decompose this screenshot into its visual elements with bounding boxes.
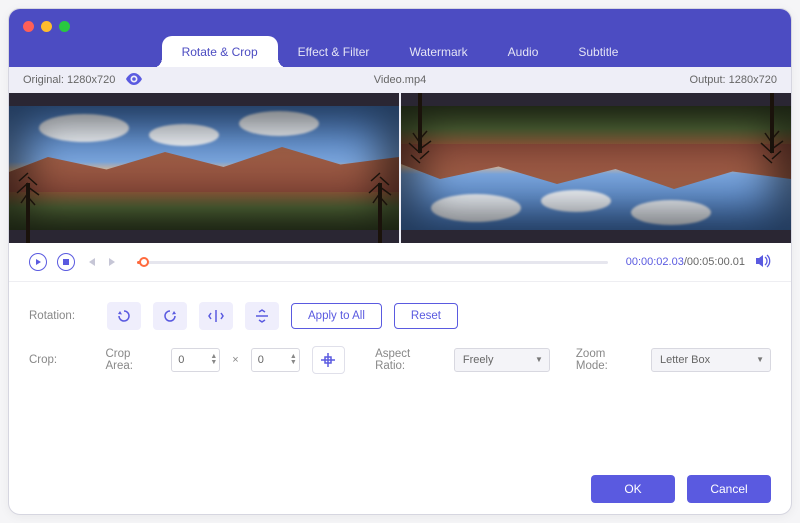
- info-bar: Original: 1280x720 Video.mp4 Output: 128…: [9, 67, 791, 93]
- original-resolution-label: Original: 1280x720: [23, 74, 115, 86]
- close-window-button[interactable]: [23, 21, 34, 32]
- rotate-right-button[interactable]: [153, 302, 187, 330]
- minimize-window-button[interactable]: [41, 21, 52, 32]
- crop-height-spinner[interactable]: ▲▼: [251, 348, 300, 372]
- preview-area: [9, 93, 791, 243]
- next-frame-button[interactable]: [107, 256, 119, 268]
- tab-bar: Rotate & Crop Effect & Filter Watermark …: [9, 35, 791, 67]
- divider: [9, 281, 791, 282]
- tab-rotate-crop[interactable]: Rotate & Crop: [162, 36, 278, 68]
- cancel-button[interactable]: Cancel: [687, 475, 771, 503]
- stop-button[interactable]: [57, 253, 75, 271]
- crop-row: Crop: Crop Area: ▲▼ × ▲▼ Aspect Ratio: F…: [29, 346, 771, 374]
- tab-watermark[interactable]: Watermark: [389, 36, 487, 68]
- crop-center-button[interactable]: [312, 346, 345, 374]
- rotation-row: Rotation: Apply to All Reset: [29, 302, 771, 330]
- aspect-ratio-select[interactable]: Freely: [454, 348, 550, 372]
- titlebar: Rotate & Crop Effect & Filter Watermark …: [9, 9, 791, 67]
- time-display: 00:00:02.03/00:05:00.01: [626, 256, 745, 268]
- crop-width-input[interactable]: [178, 354, 198, 366]
- crop-label: Crop:: [29, 354, 93, 366]
- crop-width-spinner[interactable]: ▲▼: [171, 348, 220, 372]
- current-time: 00:00:02.03: [626, 256, 684, 268]
- window-controls: [23, 21, 70, 32]
- controls-panel: Rotation: Apply to All Reset Crop: Crop …: [9, 294, 791, 390]
- tab-audio[interactable]: Audio: [488, 36, 559, 68]
- apply-to-all-button[interactable]: Apply to All: [291, 303, 382, 329]
- crop-area-label: Crop Area:: [105, 348, 159, 372]
- tab-effect-filter[interactable]: Effect & Filter: [278, 36, 390, 68]
- seek-slider[interactable]: [137, 261, 608, 264]
- app-window: Rotate & Crop Effect & Filter Watermark …: [8, 8, 792, 515]
- prev-frame-button[interactable]: [85, 256, 97, 268]
- rotate-left-button[interactable]: [107, 302, 141, 330]
- aspect-ratio-label: Aspect Ratio:: [375, 348, 442, 372]
- maximize-window-button[interactable]: [59, 21, 70, 32]
- zoom-mode-select[interactable]: Letter Box: [651, 348, 771, 372]
- total-time: /00:05:00.01: [684, 256, 745, 268]
- crop-width-down[interactable]: ▼: [210, 360, 217, 366]
- output-preview: [399, 93, 791, 243]
- volume-icon[interactable]: [755, 254, 771, 271]
- output-resolution-label: Output: 1280x720: [690, 74, 777, 86]
- original-preview: [9, 93, 399, 243]
- tab-subtitle[interactable]: Subtitle: [558, 36, 638, 68]
- playback-bar: 00:00:02.03/00:05:00.01: [9, 243, 791, 281]
- rotation-label: Rotation:: [29, 310, 95, 322]
- flip-vertical-button[interactable]: [245, 302, 279, 330]
- reset-button[interactable]: Reset: [394, 303, 458, 329]
- crop-separator: ×: [232, 354, 238, 366]
- crop-height-input[interactable]: [258, 354, 278, 366]
- footer: OK Cancel: [9, 464, 791, 514]
- ok-button[interactable]: OK: [591, 475, 675, 503]
- zoom-mode-label: Zoom Mode:: [576, 348, 639, 372]
- seek-thumb[interactable]: [139, 257, 149, 267]
- flip-horizontal-button[interactable]: [199, 302, 233, 330]
- preview-toggle-icon[interactable]: [125, 73, 143, 88]
- play-button[interactable]: [29, 253, 47, 271]
- crop-height-down[interactable]: ▼: [290, 360, 297, 366]
